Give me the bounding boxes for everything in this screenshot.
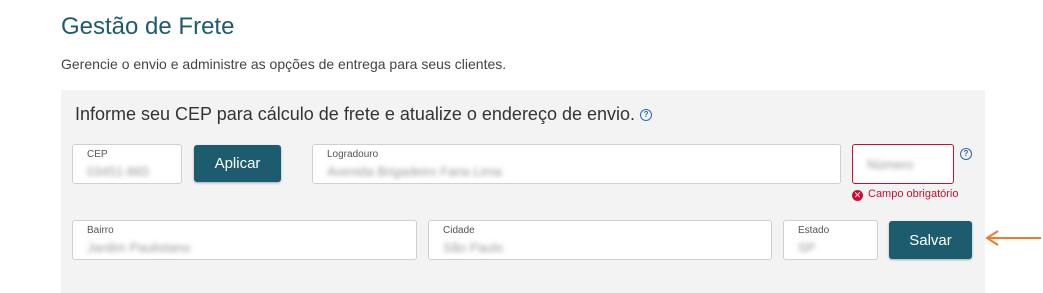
estado-value: SP [798, 240, 816, 255]
cidade-value: São Paulo [443, 240, 503, 255]
logradouro-value: Avenida Brigadeiro Faria Lima [327, 164, 502, 179]
estado-label: Estado [798, 225, 830, 236]
numero-help-icon[interactable]: ? [960, 148, 972, 160]
numero-field[interactable]: Número [852, 144, 954, 184]
page-title: Gestão de Frete [61, 13, 235, 40]
numero-error-message: ✕ Campo obrigatório [852, 188, 959, 201]
help-icon[interactable]: ? [640, 109, 653, 122]
error-icon: ✕ [852, 190, 863, 201]
page-subtitle: Gerencie o envio e administre as opções … [61, 56, 507, 72]
cep-field[interactable]: CEP 03451-865 [72, 144, 182, 184]
shipping-form-panel: Informe seu CEP para cálculo de frete e … [61, 90, 985, 293]
numero-placeholder: Número [867, 157, 914, 172]
apply-button[interactable]: Aplicar [194, 145, 281, 182]
cep-value: 03451-865 [87, 164, 150, 179]
cidade-field[interactable]: Cidade São Paulo [428, 220, 772, 260]
form-heading-text: Informe seu CEP para cálculo de frete e … [75, 104, 636, 124]
form-heading: Informe seu CEP para cálculo de frete e … [75, 104, 653, 125]
bairro-value: Jardim Paulistano [87, 240, 191, 255]
annotation-arrow-icon [985, 230, 1041, 246]
save-button[interactable]: Salvar [889, 221, 972, 259]
cidade-label: Cidade [443, 225, 475, 236]
estado-field[interactable]: Estado SP [783, 220, 878, 260]
logradouro-field[interactable]: Logradouro Avenida Brigadeiro Faria Lima [312, 144, 841, 184]
bairro-field[interactable]: Bairro Jardim Paulistano [72, 220, 417, 260]
numero-error-text: Campo obrigatório [868, 188, 959, 200]
logradouro-label: Logradouro [327, 149, 379, 160]
bairro-label: Bairro [87, 225, 114, 236]
cep-label: CEP [87, 149, 108, 160]
